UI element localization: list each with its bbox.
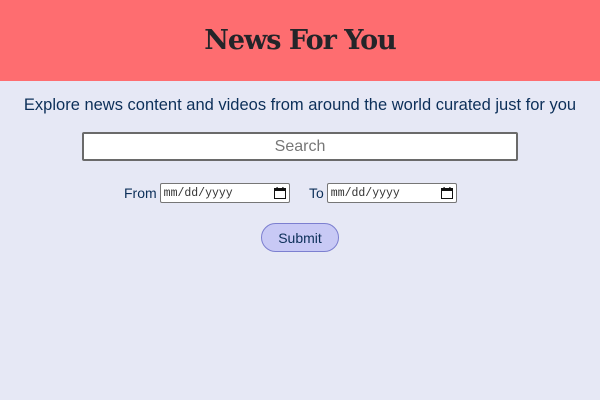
from-date-input[interactable]: mm/dd/yyyy [159,183,290,203]
calendar-icon[interactable] [273,187,286,199]
to-date-input[interactable]: mm/dd/yyyy [326,183,457,203]
submit-button[interactable]: Submit [261,223,339,252]
search-input[interactable] [82,132,518,161]
from-date-placeholder: mm/dd/yyyy [163,186,233,200]
to-date-placeholder: mm/dd/yyyy [330,186,400,200]
to-date-group: To mm/dd/yyyy [309,182,457,204]
from-date-group: From mm/dd/yyyy [124,182,290,204]
to-label: To [309,185,324,201]
header-banner: News For You [0,0,600,81]
page-subtitle: Explore news content and videos from aro… [23,96,577,114]
calendar-icon[interactable] [440,187,453,199]
page-title: News For You [204,25,397,56]
from-label: From [124,185,157,201]
